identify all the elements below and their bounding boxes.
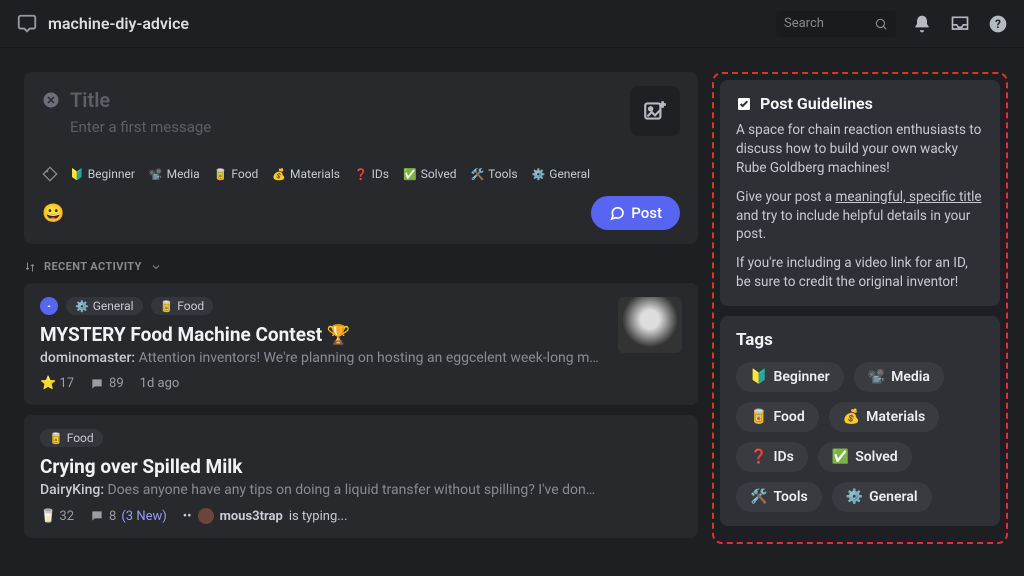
composer-tag[interactable]: ❓IDs bbox=[354, 167, 389, 181]
composer-tag[interactable]: 📽️Media bbox=[149, 167, 200, 181]
reaction-count[interactable]: 🥛 32 bbox=[40, 509, 74, 524]
post-guidelines-panel: Post Guidelines A space for chain reacti… bbox=[720, 80, 1000, 306]
forum-post[interactable]: ⚙️General 🥫Food MYSTERY Food Machine Cont… bbox=[24, 283, 698, 405]
sort-selector[interactable]: RECENT ACTIVITY bbox=[24, 260, 698, 273]
notifications-icon[interactable] bbox=[912, 14, 932, 34]
filter-tag[interactable]: ✅Solved bbox=[818, 442, 912, 472]
comment-icon bbox=[90, 377, 104, 391]
tags-panel: Tags 🔰Beginner📽️Media🥫Food💰Materials❓IDs… bbox=[720, 316, 1000, 526]
post-tag[interactable]: 🥫Food bbox=[151, 297, 214, 315]
post-tag[interactable]: 🥫Food bbox=[40, 429, 103, 447]
composer-tag[interactable]: 💰Materials bbox=[272, 167, 340, 181]
guidelines-text: Give your post a meaningful, specific ti… bbox=[736, 188, 984, 245]
composer-tag[interactable]: ⚙️General bbox=[532, 167, 591, 181]
guidelines-text: If you're including a video link for an … bbox=[736, 254, 984, 292]
post-button[interactable]: Post bbox=[591, 196, 680, 230]
chevron-down-icon bbox=[150, 261, 162, 273]
search-placeholder: Search bbox=[784, 16, 874, 31]
filter-tag[interactable]: ❓IDs bbox=[736, 442, 808, 472]
message-input[interactable]: Enter a first message bbox=[70, 118, 680, 136]
forum-post[interactable]: 🥫Food Crying over Spilled Milk DairyKing… bbox=[24, 415, 698, 538]
filter-tag[interactable]: 💰Materials bbox=[829, 402, 939, 432]
comment-count[interactable]: 89 bbox=[90, 376, 124, 391]
comment-count[interactable]: 8 (3 New) bbox=[90, 509, 167, 524]
channel-title: machine-diy-advice bbox=[48, 14, 776, 33]
post-title: Crying over Spilled Milk bbox=[40, 455, 682, 478]
post-age: 1d ago bbox=[140, 376, 180, 391]
filter-tag[interactable]: ⚙️General bbox=[832, 482, 932, 512]
guidelines-text: A space for chain reaction enthusiasts t… bbox=[736, 121, 984, 178]
emoji-picker-button[interactable]: 😀 bbox=[42, 203, 64, 224]
post-thumbnail bbox=[618, 297, 682, 353]
sort-icon bbox=[24, 261, 36, 273]
inbox-icon[interactable] bbox=[950, 14, 970, 34]
top-bar: machine-diy-advice Search ? bbox=[0, 0, 1024, 48]
tag-icon bbox=[42, 166, 58, 182]
composer-tag[interactable]: 🥫Food bbox=[214, 167, 259, 181]
post-title: MYSTERY Food Machine Contest 🏆 bbox=[40, 323, 682, 346]
comment-icon bbox=[90, 509, 104, 523]
title-input[interactable]: Title bbox=[70, 88, 110, 112]
filter-tag[interactable]: 📽️Media bbox=[854, 362, 944, 392]
composer-tag[interactable]: 🔰Beginner bbox=[70, 167, 135, 181]
composer-tag[interactable]: 🛠️Tools bbox=[470, 167, 517, 181]
pin-icon bbox=[40, 297, 58, 315]
filter-tag[interactable]: 🥫Food bbox=[736, 402, 819, 432]
svg-text:?: ? bbox=[995, 17, 1001, 31]
help-icon[interactable]: ? bbox=[988, 14, 1008, 34]
post-excerpt: dominomaster: Attention inventors! We're… bbox=[40, 350, 600, 366]
search-input[interactable]: Search bbox=[776, 11, 896, 37]
chat-icon bbox=[609, 205, 625, 221]
new-post-composer: Title Enter a first message 🔰Beginner 📽️M… bbox=[24, 72, 698, 244]
filter-tag[interactable]: 🔰Beginner bbox=[736, 362, 844, 392]
forum-channel-icon bbox=[16, 13, 38, 35]
checkbox-icon bbox=[736, 96, 752, 112]
close-icon[interactable] bbox=[42, 91, 60, 109]
composer-tag-row: 🔰Beginner 📽️Media 🥫Food 💰Materials ❓IDs ✅Solv… bbox=[42, 166, 680, 182]
typing-indicator: •• mous3trap is typing... bbox=[183, 508, 348, 524]
post-excerpt: DairyKing: Does anyone have any tips on … bbox=[40, 482, 600, 498]
reaction-count[interactable]: ⭐ 17 bbox=[40, 376, 74, 391]
composer-tag[interactable]: ✅Solved bbox=[403, 167, 456, 181]
upload-image-button[interactable] bbox=[630, 86, 680, 136]
search-icon bbox=[874, 17, 888, 31]
post-tag[interactable]: ⚙️General bbox=[66, 297, 143, 315]
avatar bbox=[198, 508, 214, 524]
highlighted-sidebar: Post Guidelines A space for chain reacti… bbox=[712, 72, 1008, 544]
filter-tag[interactable]: 🛠️Tools bbox=[736, 482, 822, 512]
